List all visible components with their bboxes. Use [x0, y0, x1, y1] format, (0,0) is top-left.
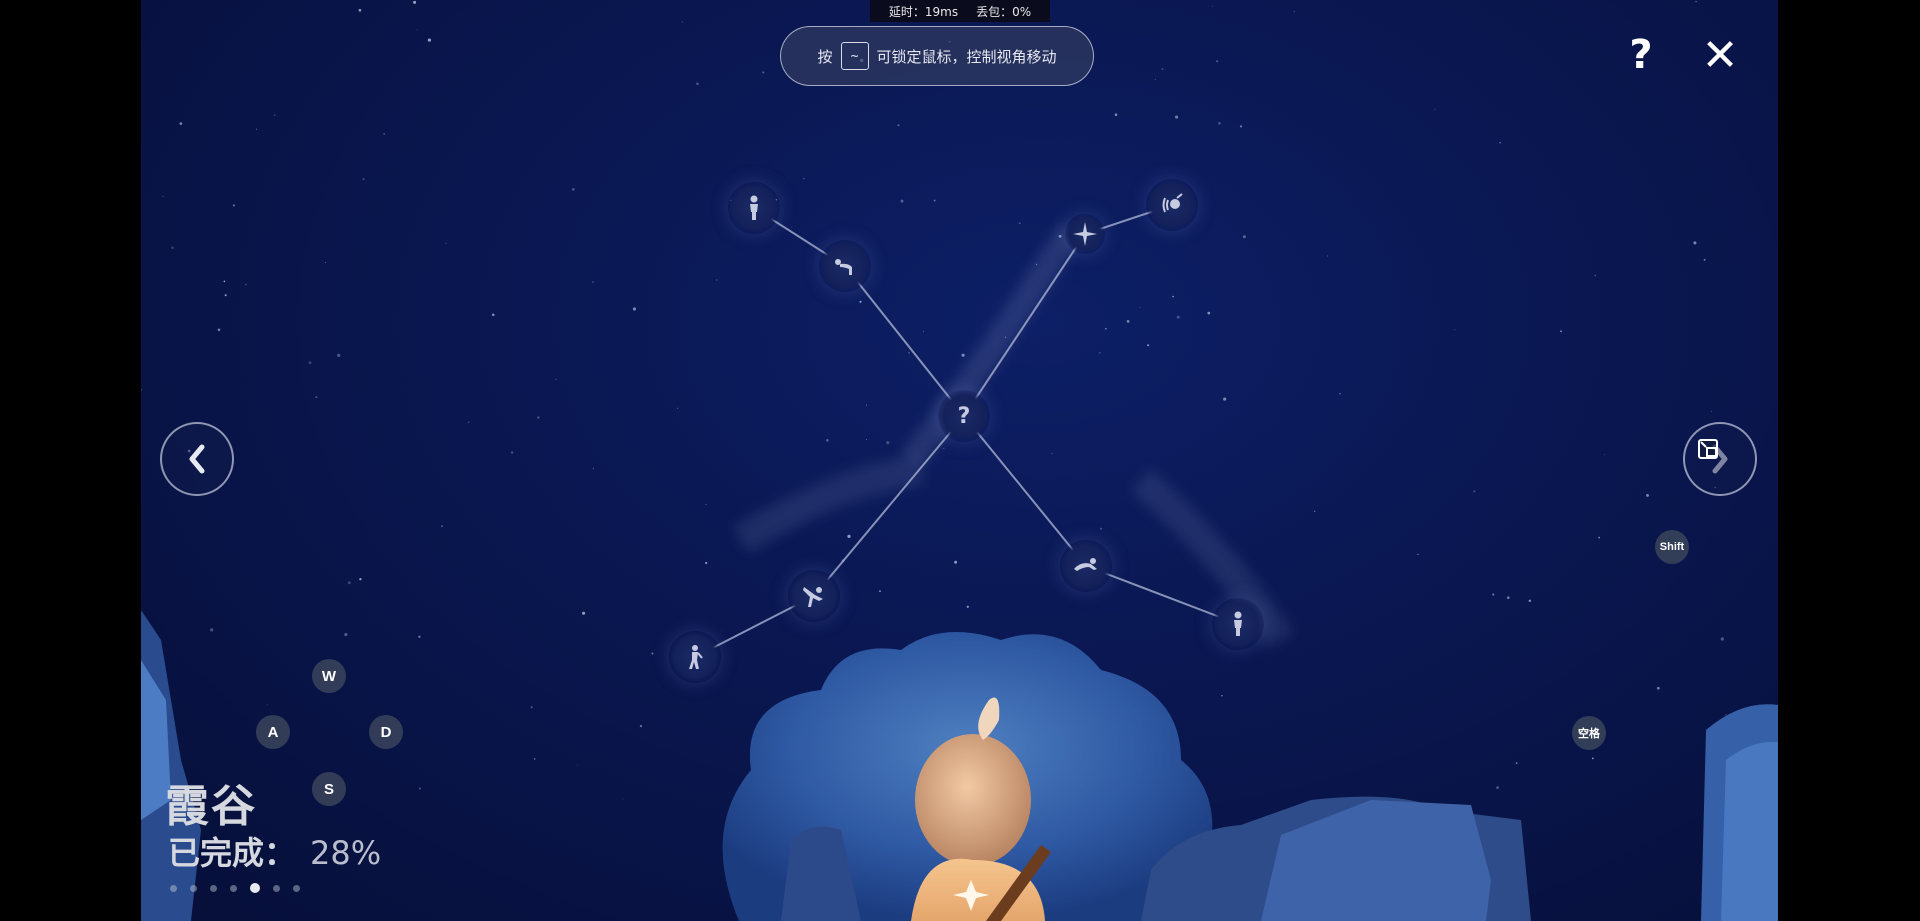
leap-emote-icon — [1074, 558, 1097, 571]
screenshot-icon[interactable] — [1697, 438, 1721, 462]
spirit-node-dance[interactable] — [788, 570, 840, 622]
mystery-spirit-icon: ? — [957, 403, 971, 429]
spirit-node-standing[interactable] — [728, 182, 780, 234]
tilde-key-icon: ~ — [840, 42, 869, 70]
realm-name: 霞谷 — [165, 781, 257, 832]
page-dot — [190, 884, 197, 892]
bow-emote-icon — [835, 259, 852, 275]
wave-emote-icon — [1162, 193, 1183, 213]
hint-text: 可锁定鼠标，控制视角移动 — [876, 47, 1057, 66]
packet-loss-text: 丢包：0% — [976, 4, 1032, 19]
page-dot — [230, 884, 237, 892]
mouse-lock-hint: 按 ~ 可锁定鼠标，控制视角移动 — [780, 26, 1094, 86]
realm-progress: 已完成： 28% — [168, 828, 381, 874]
page-dot — [210, 884, 217, 892]
game-viewport[interactable]: ? 延时：19ms 丢包：0% 按 ~ 可锁定鼠标，控制视角移动 ? ✕ W A… — [141, 0, 1778, 921]
hint-prefix: 按 — [817, 47, 833, 66]
help-button[interactable]: ? — [1618, 32, 1664, 78]
page-dot — [250, 883, 260, 893]
constellation-lines — [694, 204, 1294, 658]
page-dot — [170, 884, 177, 892]
page-dot — [293, 884, 300, 892]
progress-value: 28% — [310, 834, 382, 872]
spirit-node-wave[interactable] — [1146, 179, 1198, 231]
question-icon: ? — [1629, 32, 1653, 78]
spirit-node-stretch[interactable] — [669, 631, 721, 683]
spirit-node-bow[interactable] — [819, 240, 871, 292]
standing-figure-icon — [1234, 611, 1242, 636]
spirit-node-leap[interactable] — [1060, 540, 1112, 592]
close-icon: ✕ — [1701, 29, 1739, 81]
close-button[interactable]: ✕ — [1697, 29, 1743, 81]
next-constellation-button[interactable] — [1683, 422, 1757, 496]
latency-text: 延时：19ms — [888, 4, 959, 19]
network-status-bar: 延时：19ms 丢包：0% — [870, 0, 1050, 22]
chevron-left-icon — [189, 444, 205, 474]
key-d[interactable]: D — [369, 715, 403, 749]
key-space[interactable]: 空格 — [1572, 716, 1606, 750]
stretch-emote-icon — [689, 645, 703, 669]
star-node-icon — [1073, 222, 1097, 246]
key-shift[interactable]: Shift — [1655, 530, 1689, 564]
spirit-node-standing-2[interactable] — [1212, 598, 1264, 650]
key-a[interactable]: A — [256, 715, 290, 749]
previous-constellation-button[interactable] — [160, 422, 234, 496]
page-indicator — [170, 883, 300, 893]
standing-figure-icon — [750, 195, 758, 220]
progress-label: 已完成： — [168, 834, 297, 872]
key-s[interactable]: S — [312, 772, 346, 806]
spirit-node-star[interactable] — [1065, 214, 1105, 254]
dance-emote-icon — [803, 587, 823, 607]
key-w[interactable]: W — [312, 659, 346, 693]
page-dot — [273, 884, 280, 892]
spirit-node-mystery[interactable]: ? — [938, 390, 990, 442]
